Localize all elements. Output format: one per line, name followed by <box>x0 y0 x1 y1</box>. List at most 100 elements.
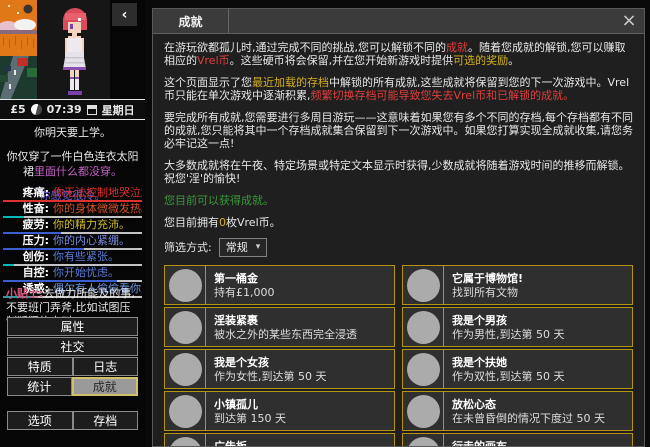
social-button[interactable]: 社交 <box>7 337 138 356</box>
outfit-message: 你仅穿了一件白色连衣太阳裙里面什么都没穿。 <box>5 149 140 179</box>
stat-row: 性奋: 你的身体微微发热。 <box>3 203 142 218</box>
achievement-card: 我是个女孩 作为女性,到达第 50 天 <box>164 349 395 389</box>
achievement-text: 我是个男孩 作为男性,到达第 50 天 <box>444 308 632 346</box>
stat-value: 你无法控制地哭泣起来。 <box>53 187 142 199</box>
achievement-title: 淫装紧裹 <box>214 313 258 327</box>
intro-paragraph-4: 大多数成就将在午夜、特定场景或特定文本显示时获得,少数成就将随着游戏时间的推移而… <box>164 159 630 185</box>
achievement-desc: 被水之外的某些东西完全浸透 <box>214 327 357 341</box>
achievement-desc: 到达第 150 天 <box>214 411 286 425</box>
achievement-icon <box>406 394 440 428</box>
achievement-icon-cell <box>403 308 444 346</box>
money-value: £5 <box>10 103 26 116</box>
saves-button[interactable]: 存档 <box>72 411 138 430</box>
sidebar: ‹ £5 07:39 星期日 你明天要上学。 你仅穿了一件白色连衣太阳裙里面什么… <box>0 0 145 447</box>
stat-row: 疼痛: 你无法控制地哭泣起来。 <box>3 187 142 202</box>
stat-row: 压力: 你的内心紧绷。 <box>3 235 142 250</box>
coin-count-line: 您目前拥有0枚Vrel币。 <box>164 216 281 229</box>
stat-value: 你的精力充沛。 <box>53 219 130 231</box>
stat-row: 创伤: 你有些紧张。 <box>3 251 142 266</box>
achievement-card: 放松心态 在未曾昏倒的情况下度过 50 天 <box>402 391 633 431</box>
journal-button[interactable]: 日志 <box>72 357 138 376</box>
achievement-title: 我是个男孩 <box>452 313 507 327</box>
achievement-text: 放松心态 在未曾昏倒的情况下度过 50 天 <box>444 392 632 430</box>
day-value: 星期日 <box>101 103 135 117</box>
achievements-panel: 成就 × 在游玩欲都孤儿时,通过完成不同的挑战,您可以解锁不同的成就。随着您成就… <box>152 8 645 447</box>
achievement-card: 我是个男孩 作为男性,到达第 50 天 <box>402 307 633 347</box>
achievement-title: 小镇孤儿 <box>214 397 258 411</box>
stat-row: 自控: 你开始忧虑。 <box>3 267 142 282</box>
achievement-text: 小镇孤儿 到达第 150 天 <box>206 392 394 430</box>
achievement-icon-cell <box>165 350 206 388</box>
panel-header: 成就 × <box>153 9 644 34</box>
achievement-title: 我是个女孩 <box>214 355 269 369</box>
achievement-title: 行走的画布 <box>452 439 507 447</box>
achievement-desc: 在未曾昏倒的情况下度过 50 天 <box>452 411 605 425</box>
achievement-text: 行走的画布全身上下都被写满 <box>444 434 632 447</box>
achievement-icon-cell <box>165 266 206 304</box>
recent-save-highlight: 最近加载的存档 <box>252 76 329 89</box>
options-button[interactable]: 选项 <box>7 411 73 430</box>
achievement-highlight: 成就 <box>446 41 468 54</box>
chevron-down-icon: ▾ <box>255 242 261 252</box>
achievement-title: 放松心态 <box>452 397 496 411</box>
stat-label: 自控: <box>22 266 49 279</box>
achievement-icon-cell <box>165 434 206 446</box>
achievement-card: 淫装紧裹 被水之外的某些东西完全浸透 <box>164 307 395 347</box>
intro-paragraph-1: 在游玩欲都孤儿时,通过完成不同的挑战,您可以解锁不同的成就。随着您成就的解锁,您… <box>164 41 626 67</box>
achievement-text: 我是个扶她 作为双性,到达第 50 天 <box>444 350 632 388</box>
achievement-text: 第一桶金 持有£1,000 <box>206 266 394 304</box>
achievement-icon <box>168 310 202 344</box>
calendar-icon <box>86 104 97 115</box>
achievements-button[interactable]: 成就 <box>71 377 138 396</box>
achievement-desc: 作为男性,到达第 50 天 <box>452 327 565 341</box>
stat-label: 疼痛: <box>22 186 49 199</box>
status-bar: £5 07:39 星期日 <box>0 99 145 120</box>
intro-paragraph-3: 要完成所有成就,您需要进行多周目游玩——这意味着如果您有多个不同的存档,每个存档… <box>164 111 633 150</box>
sidebar-collapse-button[interactable]: ‹ <box>112 3 137 26</box>
achievement-title: 我是个扶她 <box>452 355 507 369</box>
achievement-title: 广告板 <box>214 439 247 447</box>
tip-label: 小贴士: <box>6 287 44 300</box>
achievement-icon <box>168 352 202 386</box>
coin-count: 0 <box>219 216 226 229</box>
filter-value: 常规 <box>225 241 248 254</box>
achievement-icon-cell <box>403 434 444 446</box>
intro-paragraph-2: 这个页面显示了您最近加载的存档中解锁的所有成就,这些成就将保留到您的下一次游戏中… <box>164 76 630 102</box>
close-button[interactable]: × <box>614 9 644 33</box>
achievement-card: 我是个扶她 作为双性,到达第 50 天 <box>402 349 633 389</box>
achievement-title: 第一桶金 <box>214 271 258 285</box>
achievements-grid: 第一桶金 持有£1,000 它属于博物馆! 找到所有文物 淫装紧裹 被水之外的某些东西完全… <box>164 265 633 447</box>
stat-label: 压力: <box>22 234 49 247</box>
stat-label: 创伤: <box>22 250 49 263</box>
achievement-icon <box>168 394 202 428</box>
achievement-icon-cell <box>165 308 206 346</box>
stats-list: 疼痛: 你无法控制地哭泣起来。性奋: 你的身体微微发热。疲劳: 你的精力充沛。压力: 你… <box>3 187 142 299</box>
statistics-button[interactable]: 统计 <box>7 377 72 396</box>
achievement-icon-cell <box>403 266 444 304</box>
vrel-coin-highlight: Vrel币 <box>197 54 230 67</box>
achievement-icon <box>406 310 440 344</box>
outfit-link[interactable]: 里面什么都没穿。 <box>34 165 122 178</box>
achievement-card: 它属于博物馆! 找到所有文物 <box>402 265 633 305</box>
eligibility-message: 您目前可以获得成就。 <box>164 194 274 207</box>
school-message: 你明天要上学。 <box>34 126 111 139</box>
achievement-text: 我是个女孩 作为女性,到达第 50 天 <box>206 350 394 388</box>
achievement-desc: 持有£1,000 <box>214 285 275 299</box>
achievement-icon <box>168 436 202 446</box>
filter-select[interactable]: 常规 ▾ <box>218 238 268 257</box>
stat-value: 你的身体微微发热。 <box>53 203 142 215</box>
achievement-text: 广告板在身上写条广告并借此盈利 <box>206 434 394 447</box>
sidebar-nav: 属性 社交 特质 日志 统计 成就 选项 存档 <box>7 317 138 431</box>
traits-button[interactable]: 特质 <box>7 357 73 376</box>
achievement-icon-cell <box>165 392 206 430</box>
optional-reward-highlight: 可选的奖励 <box>453 54 509 67</box>
tab-achievements[interactable]: 成就 <box>153 9 229 33</box>
achievement-desc: 找到所有文物 <box>452 285 518 299</box>
achievement-icon-cell <box>403 392 444 430</box>
character-portrait <box>37 0 110 99</box>
chevron-left-icon: ‹ <box>121 6 128 23</box>
achievement-icon <box>406 268 440 302</box>
attributes-button[interactable]: 属性 <box>7 317 138 336</box>
player-sprite <box>62 8 87 95</box>
achievement-card: 广告板在身上写条广告并借此盈利 <box>164 433 395 447</box>
